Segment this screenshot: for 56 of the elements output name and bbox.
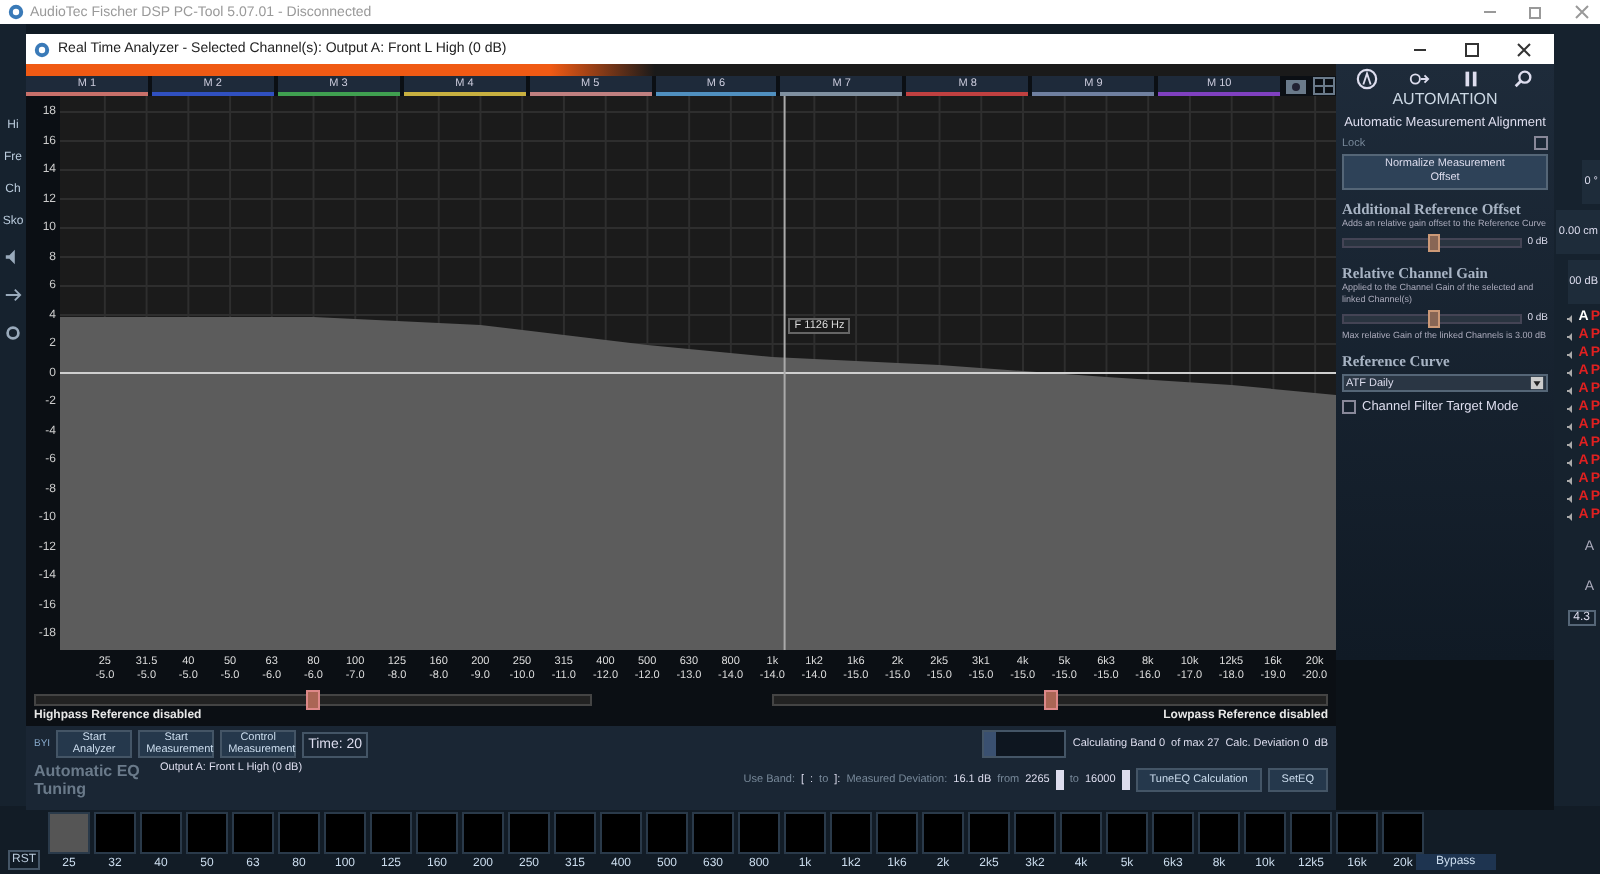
band-slider-box[interactable] bbox=[1290, 812, 1332, 854]
band-slider-box[interactable] bbox=[94, 812, 136, 854]
band-slider-box[interactable] bbox=[324, 812, 366, 854]
band-slider-box[interactable] bbox=[600, 812, 642, 854]
band-slider-box[interactable] bbox=[278, 812, 320, 854]
band-slider-box[interactable] bbox=[462, 812, 504, 854]
spinner-control[interactable] bbox=[1121, 770, 1130, 790]
grid-icon[interactable] bbox=[1312, 76, 1337, 96]
band-slider-box[interactable] bbox=[968, 812, 1010, 854]
slider-thumb[interactable] bbox=[1427, 233, 1440, 251]
band-slider-box[interactable] bbox=[784, 812, 826, 854]
band-slider-box[interactable] bbox=[1014, 812, 1056, 854]
arrows-icon[interactable] bbox=[4, 286, 22, 304]
band-slider-box[interactable] bbox=[922, 812, 964, 854]
band-slider-box[interactable] bbox=[140, 812, 182, 854]
camera-icon[interactable] bbox=[1284, 76, 1309, 96]
slider-thumb[interactable] bbox=[1043, 690, 1058, 710]
band-slider-box[interactable] bbox=[1152, 812, 1194, 854]
slider-thumb[interactable] bbox=[1427, 309, 1440, 327]
band-slider-box[interactable] bbox=[738, 812, 780, 854]
band-slider-box[interactable] bbox=[1244, 812, 1286, 854]
band-slider-box[interactable] bbox=[370, 812, 412, 854]
band-slider-box[interactable] bbox=[1336, 812, 1378, 854]
lock-checkbox[interactable] bbox=[1534, 136, 1548, 150]
band-slider-box[interactable] bbox=[48, 812, 90, 854]
restore-icon[interactable] bbox=[1526, 2, 1546, 22]
spinner-control[interactable] bbox=[1055, 770, 1064, 790]
circle-icon[interactable] bbox=[1356, 68, 1379, 90]
link-icon[interactable] bbox=[1408, 68, 1431, 90]
band-slider-box[interactable] bbox=[646, 812, 688, 854]
band-slider-box[interactable] bbox=[416, 812, 458, 854]
highpass-slider[interactable] bbox=[34, 694, 591, 706]
automation-heading: AUTOMATION bbox=[1390, 90, 1500, 108]
target-mode-checkbox[interactable] bbox=[1342, 400, 1356, 414]
band-slider-box[interactable] bbox=[1060, 812, 1102, 854]
band-slider-box[interactable] bbox=[1382, 812, 1424, 854]
band-slider-box[interactable] bbox=[232, 812, 274, 854]
gain-slider[interactable] bbox=[1342, 313, 1522, 323]
band-slider-box[interactable] bbox=[554, 812, 596, 854]
maximize-icon[interactable] bbox=[1462, 39, 1482, 59]
band-slider-box[interactable] bbox=[830, 812, 872, 854]
app-icon bbox=[34, 41, 50, 57]
band-slider-box[interactable] bbox=[508, 812, 550, 854]
band-slider-box[interactable] bbox=[876, 812, 918, 854]
close-icon[interactable] bbox=[1514, 39, 1534, 59]
offset-slider[interactable] bbox=[1342, 237, 1522, 247]
band-slider-box[interactable] bbox=[692, 812, 734, 854]
band-slider-box[interactable] bbox=[1198, 812, 1240, 854]
search-icon[interactable] bbox=[1511, 68, 1534, 90]
band-slider-box[interactable] bbox=[186, 812, 228, 854]
lowpass-slider[interactable] bbox=[771, 694, 1328, 706]
gear-icon[interactable] bbox=[4, 324, 22, 342]
dropdown-arrow-icon bbox=[1530, 376, 1544, 390]
band-slider-box[interactable] bbox=[1106, 812, 1148, 854]
eq-tuning-title: Automatic EQ Tuning bbox=[34, 762, 142, 798]
slider-thumb[interactable] bbox=[306, 690, 321, 710]
